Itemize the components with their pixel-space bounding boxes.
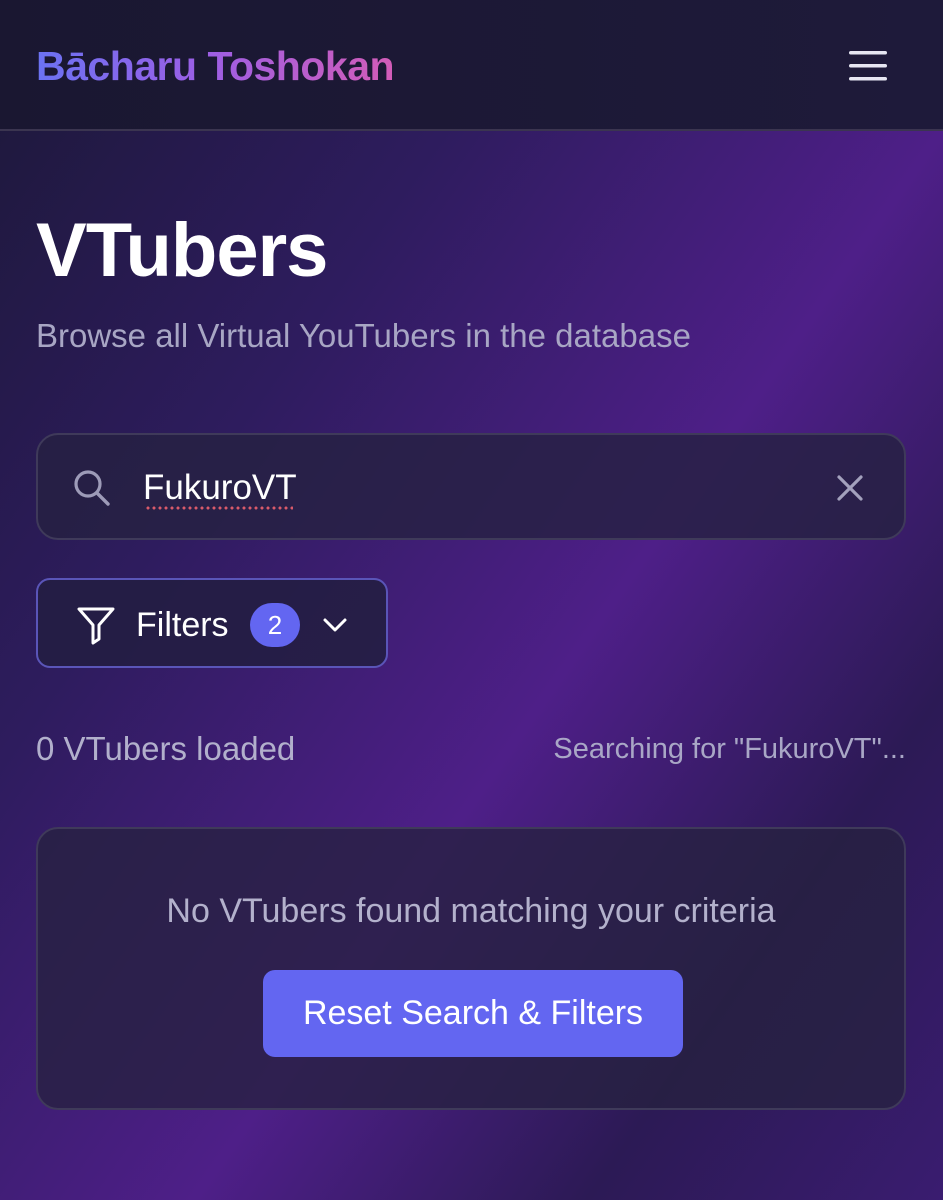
page-subtitle: Browse all Virtual YouTubers in the data… xyxy=(36,317,691,354)
hamburger-menu-icon xyxy=(849,51,887,81)
menu-button[interactable] xyxy=(847,48,891,84)
funnel-icon xyxy=(77,607,115,645)
results-count: 0 VTubers loaded xyxy=(36,730,296,767)
search-icon xyxy=(74,470,110,506)
search-bar xyxy=(36,433,906,540)
empty-state-card: No VTubers found matching your criteria … xyxy=(36,827,906,1110)
reset-search-filters-button[interactable]: Reset Search & Filters xyxy=(263,970,683,1057)
clear-search-icon[interactable] xyxy=(834,472,866,504)
brand-logo-text[interactable]: Bācharu Toshokan xyxy=(36,38,395,94)
filters-label: Filters xyxy=(136,606,229,644)
app-header: Bācharu Toshokan xyxy=(0,0,943,131)
page-title: VTubers xyxy=(36,208,328,293)
chevron-down-icon xyxy=(323,618,347,632)
empty-state-message: No VTubers found matching your criteria xyxy=(166,892,776,930)
filters-count-badge: 2 xyxy=(250,603,300,647)
search-status: Searching for "FukuroVT"... xyxy=(553,733,906,765)
filters-button[interactable]: Filters 2 xyxy=(36,578,388,668)
spellcheck-underline xyxy=(145,506,293,510)
